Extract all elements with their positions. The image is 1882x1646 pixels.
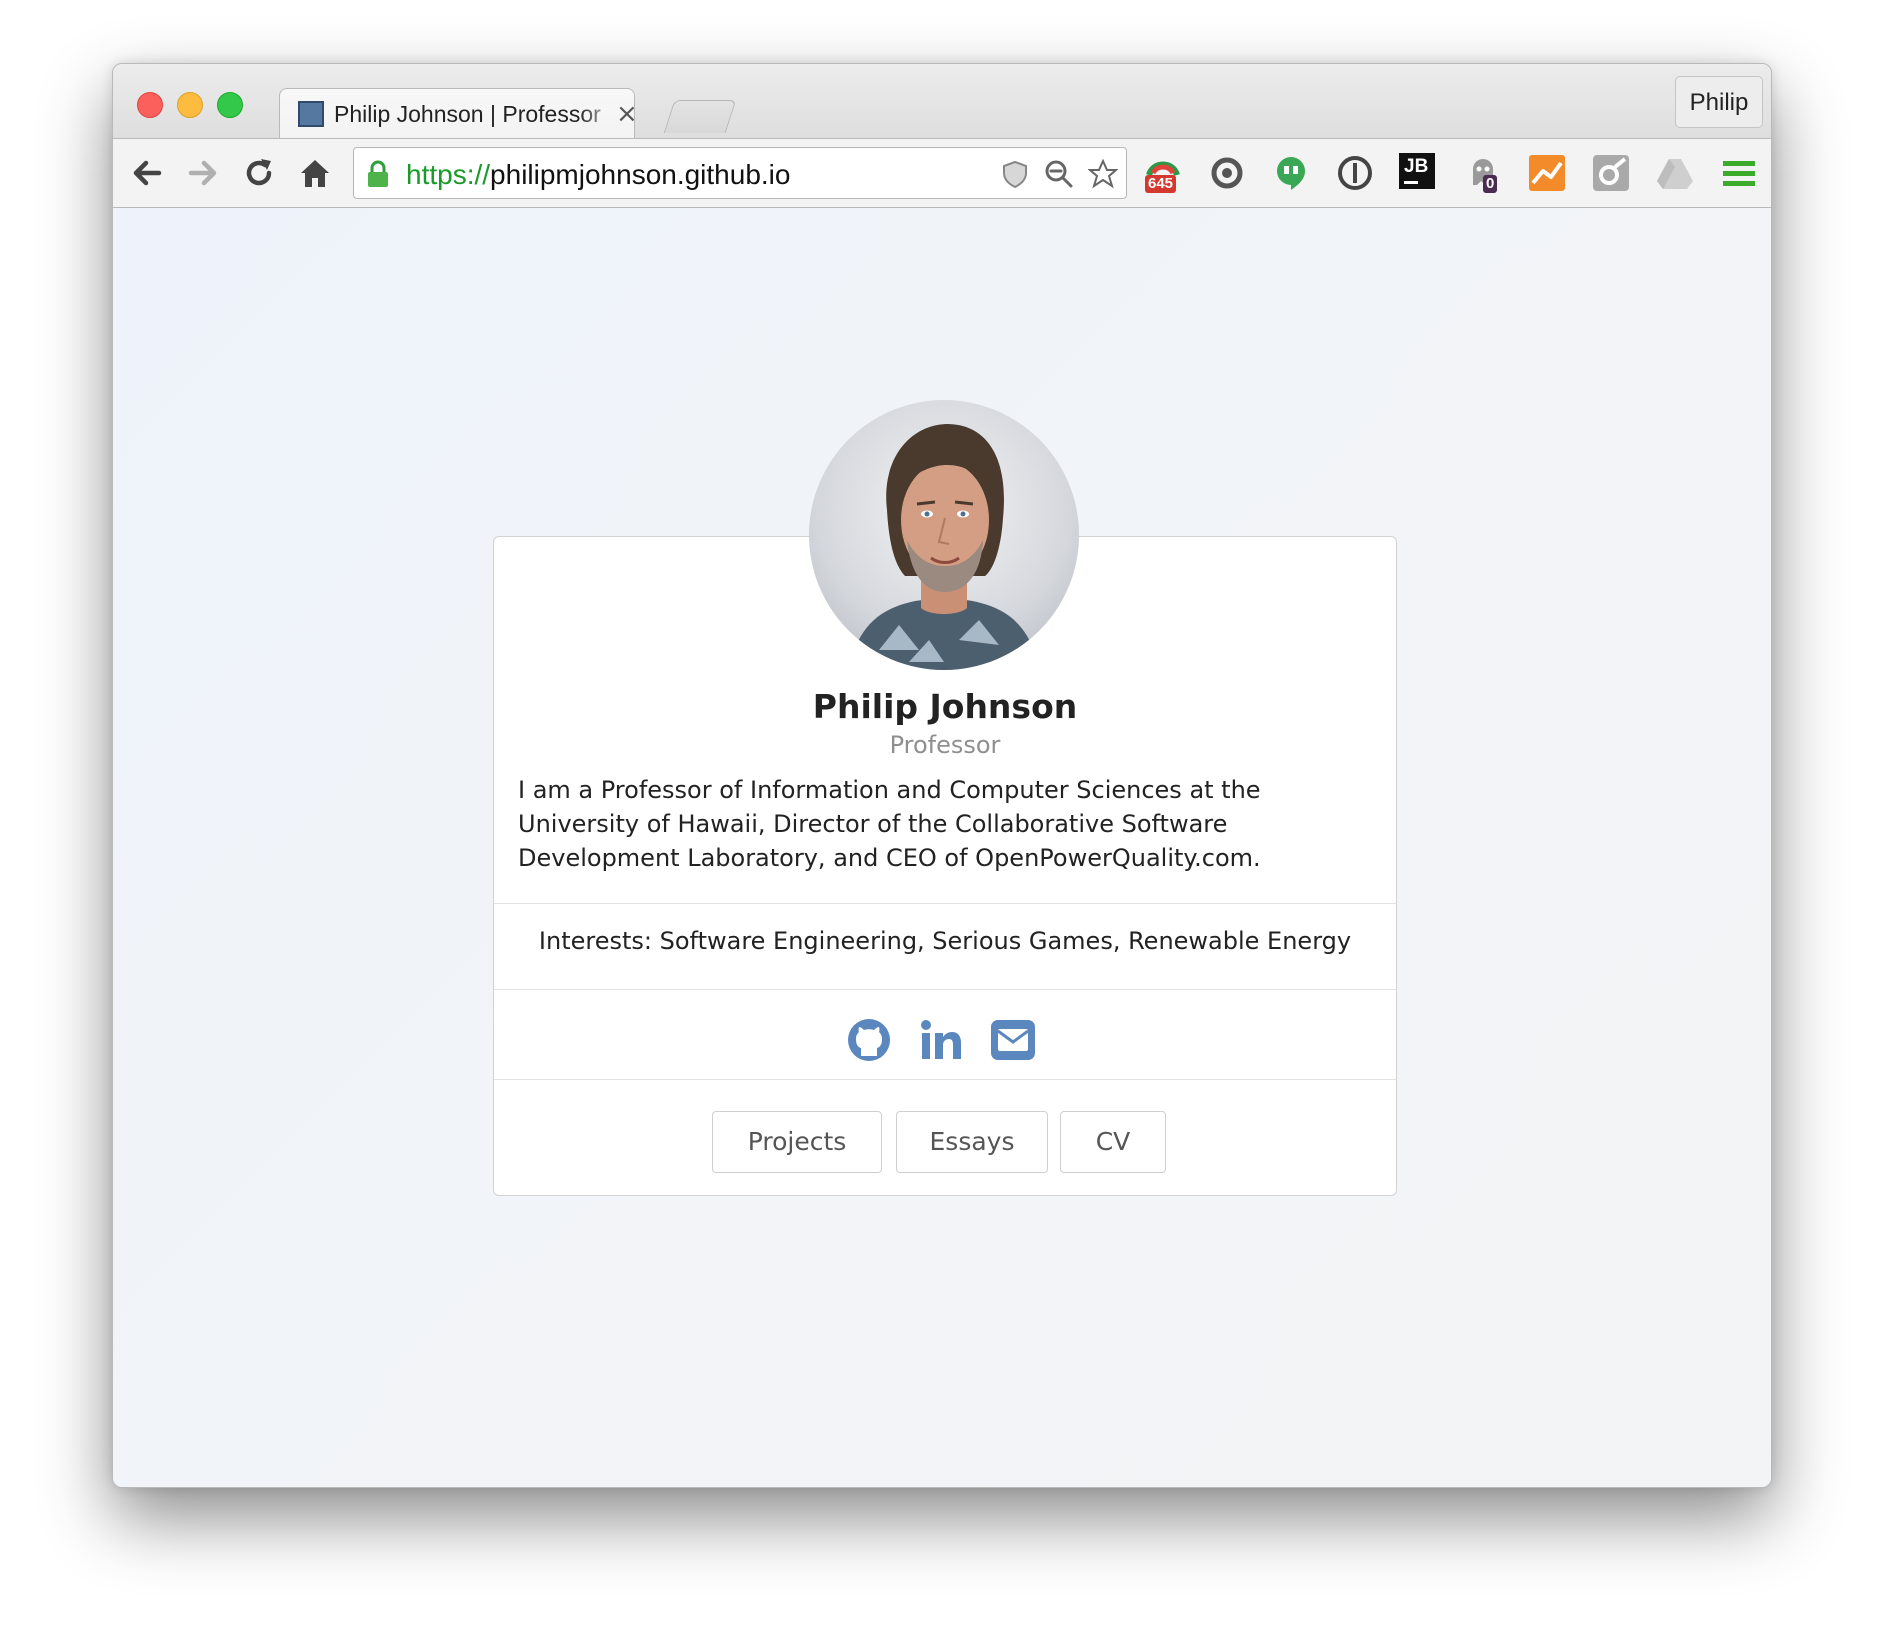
back-icon[interactable] xyxy=(129,155,165,191)
button-row: Projects Essays CV xyxy=(494,1111,1396,1175)
tab-title: Philip Johnson | Professor xyxy=(334,101,601,127)
ghostery-icon[interactable]: 0 xyxy=(1463,153,1503,193)
divider xyxy=(494,989,1396,990)
lock-icon xyxy=(368,160,388,187)
profile-interests: Interests: Software Engineering, Serious… xyxy=(538,927,1352,955)
jetbrains-underline xyxy=(1404,181,1418,184)
title-bar: Philip Johnson | Professor × Philip xyxy=(113,64,1771,139)
reload-icon[interactable] xyxy=(241,155,277,191)
page-content: Philip Johnson Professor I am a Professo… xyxy=(113,208,1771,1487)
onepassword-icon[interactable] xyxy=(1335,153,1375,193)
profile-name: Philip Johnson xyxy=(812,687,1078,726)
projects-button[interactable]: Projects xyxy=(712,1111,882,1173)
zoom-window-button[interactable] xyxy=(217,92,243,118)
divider xyxy=(494,903,1396,904)
feedly-icon[interactable] xyxy=(1591,153,1631,193)
shield-icon[interactable] xyxy=(1000,159,1030,189)
extension-badge-icon[interactable]: 645 xyxy=(1143,153,1183,193)
jetbrains-icon[interactable]: JB xyxy=(1399,153,1435,189)
close-window-button[interactable] xyxy=(137,92,163,118)
toolbar: https://philipmjohnson.github.io 645 JB … xyxy=(113,138,1771,208)
linkedin-icon[interactable] xyxy=(918,1017,964,1063)
favicon-icon xyxy=(298,101,324,127)
tab-active[interactable]: Philip Johnson | Professor × xyxy=(279,88,638,139)
essays-button[interactable]: Essays xyxy=(896,1111,1048,1173)
menu-icon[interactable] xyxy=(1719,153,1759,193)
new-tab-button[interactable] xyxy=(663,100,737,133)
url-text: https://philipmjohnson.github.io xyxy=(406,159,790,191)
cv-button[interactable]: CV xyxy=(1060,1111,1166,1173)
bookmark-star-icon[interactable] xyxy=(1088,159,1118,189)
home-icon[interactable] xyxy=(297,155,333,191)
tab-close-icon[interactable]: × xyxy=(616,99,638,129)
avatar xyxy=(809,400,1079,670)
zoom-icon[interactable] xyxy=(1044,159,1074,189)
drive-icon[interactable] xyxy=(1655,153,1695,193)
hangouts-icon[interactable] xyxy=(1271,153,1311,193)
sync-icon[interactable] xyxy=(1207,153,1247,193)
address-bar[interactable]: https://philipmjohnson.github.io xyxy=(353,147,1127,199)
url-host: philipmjohnson.github.io xyxy=(490,159,791,190)
browser-window: Philip Johnson | Professor × Philip http… xyxy=(112,63,1772,1488)
forward-icon[interactable] xyxy=(185,155,221,191)
profile-title: Professor xyxy=(889,731,1001,759)
profile-button[interactable]: Philip xyxy=(1675,76,1763,128)
avatar-portrait xyxy=(849,424,1039,670)
github-icon[interactable] xyxy=(846,1017,892,1063)
profile-bio: I am a Professor of Information and Comp… xyxy=(518,776,1261,872)
ghostery-count: 0 xyxy=(1483,175,1498,193)
divider xyxy=(494,1079,1396,1080)
jetbrains-label: JB xyxy=(1404,156,1429,177)
email-icon[interactable] xyxy=(990,1017,1036,1063)
url-scheme: https:// xyxy=(406,159,491,190)
minimize-window-button[interactable] xyxy=(177,92,203,118)
extension-badge-count: 645 xyxy=(1145,175,1177,193)
analytics-icon[interactable] xyxy=(1527,153,1567,193)
